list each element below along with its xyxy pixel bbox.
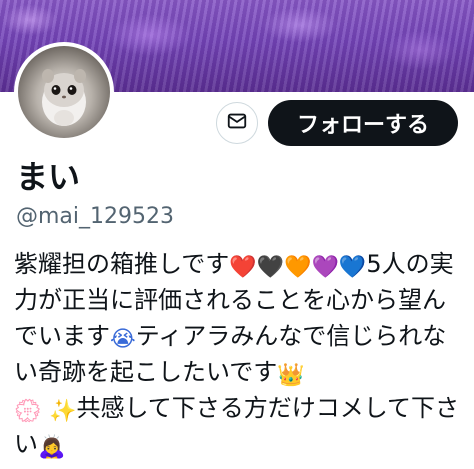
bio-emoji-icon: ✨	[49, 399, 77, 424]
envelope-icon	[226, 110, 248, 136]
bio-text	[41, 394, 49, 422]
avatar-image	[18, 46, 110, 138]
bio-emoji-icon: 🙇‍♀️	[38, 435, 66, 460]
follow-button-label: フォローする	[296, 113, 429, 138]
bio-emoji-icon: ❤️	[229, 255, 257, 280]
bio-text: 紫耀担の箱推しです	[14, 250, 230, 278]
bio-emoji-icon: 🧡	[284, 255, 312, 280]
user-handle: @mai_129523	[16, 204, 175, 229]
bio-text: 共感して下さる方だけコメして下さい	[14, 394, 460, 458]
follow-button[interactable]: フォローする	[268, 100, 458, 146]
bio-emoji-icon: 👑	[277, 363, 305, 388]
bio-emoji-icon: 💜	[311, 255, 339, 280]
bio-emoji-icon: 🖤	[256, 255, 285, 280]
avatar[interactable]	[14, 42, 114, 142]
bio-emoji-icon: 😭	[110, 327, 136, 352]
display-name: まい	[16, 158, 81, 196]
bio-emoji-icon: 💙	[338, 255, 367, 280]
bio-emoji-icon: 💮	[14, 399, 42, 424]
profile-bio: 紫耀担の箱推しです❤️🖤🧡💜💙5人の実力が正当に評価されることを心から望んでいま…	[14, 246, 464, 462]
message-button[interactable]	[216, 102, 258, 144]
